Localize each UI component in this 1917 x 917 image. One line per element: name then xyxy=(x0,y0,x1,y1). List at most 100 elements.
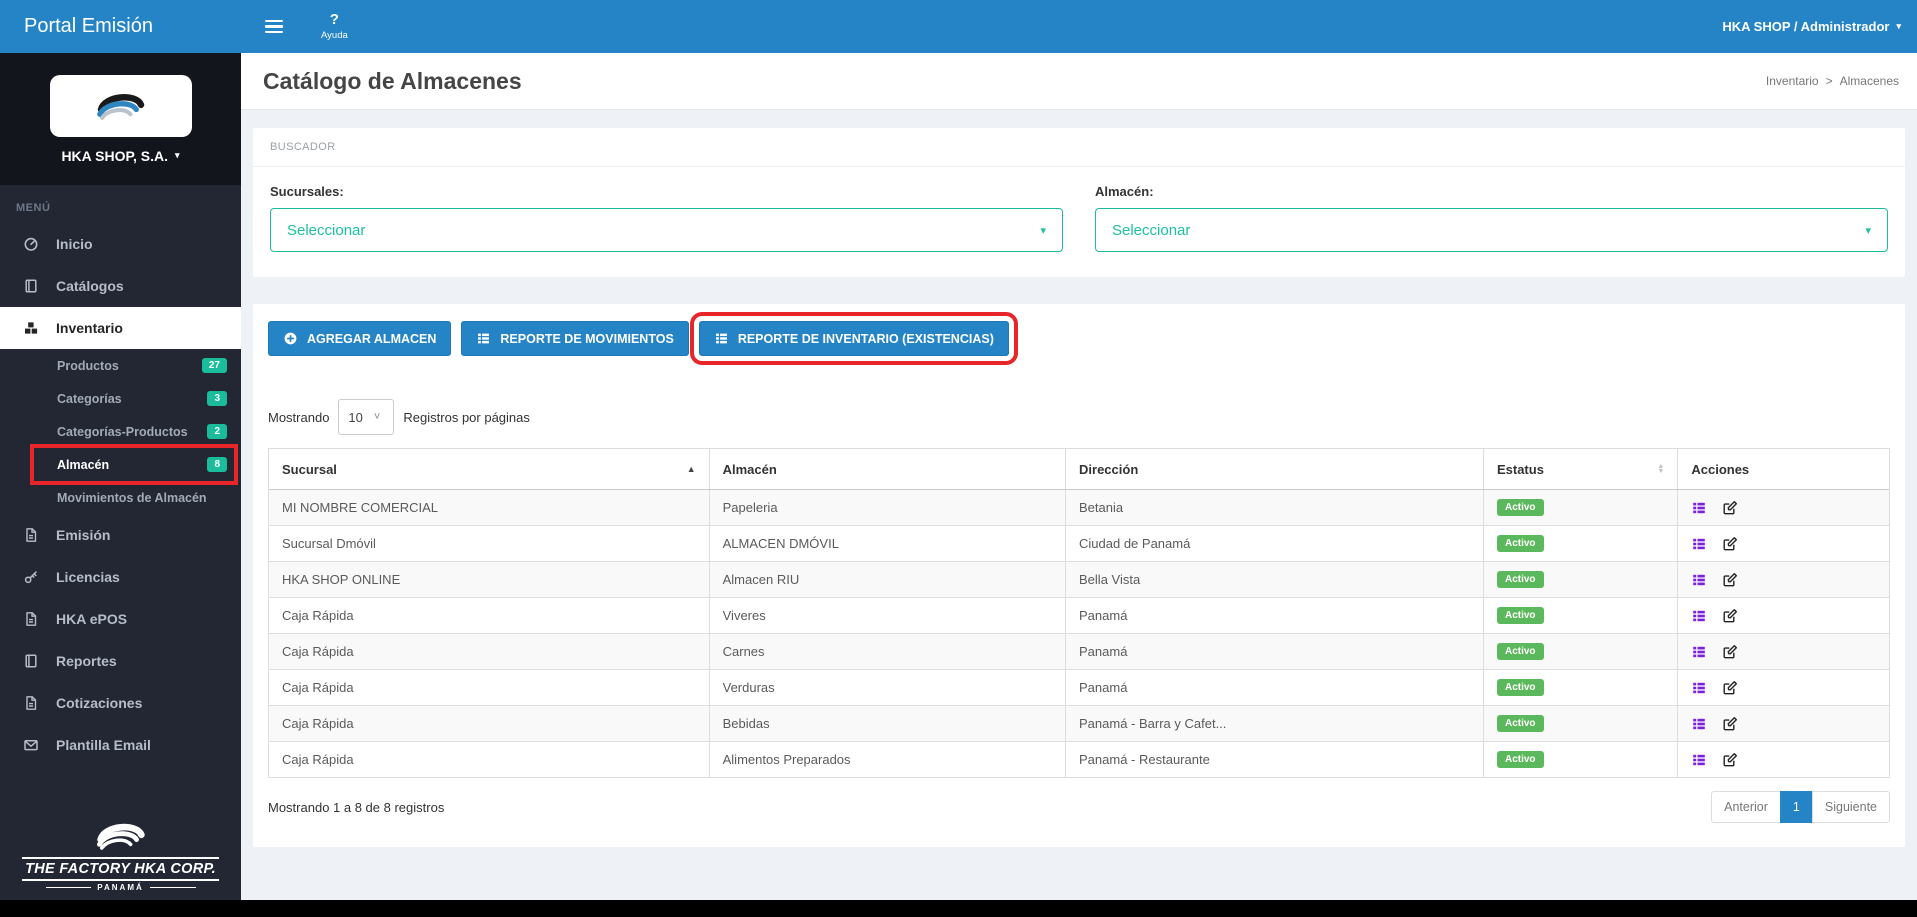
cell-sucursal: MI NOMBRE COMERCIAL xyxy=(269,490,710,525)
sidebar-item-hka-epos[interactable]: HKA ePOS xyxy=(0,598,241,640)
sidebar-item-inicio[interactable]: Inicio xyxy=(0,223,241,265)
sidebar-item-label: Inicio xyxy=(56,236,93,252)
table-row: MI NOMBRE COMERCIAL Papeleria Betania Ac… xyxy=(269,490,1889,526)
user-menu[interactable]: HKA SHOP / Administrador ▾ xyxy=(1722,19,1901,34)
top-header: Portal Emisión ? Ayuda HKA SHOP / Admini… xyxy=(0,0,1917,53)
list-icon xyxy=(1691,500,1707,516)
help-button[interactable]: ? Ayuda xyxy=(321,12,348,41)
menu-section-label: MENÚ xyxy=(16,202,51,214)
edit-button[interactable] xyxy=(1721,536,1737,552)
sidebar-item-plantilla-email[interactable]: Plantilla Email xyxy=(0,724,241,766)
sidebar-item-almacen[interactable]: Almacén 8 xyxy=(0,444,241,485)
edit-button[interactable] xyxy=(1721,716,1737,732)
next-page-button[interactable]: Siguiente xyxy=(1811,791,1890,823)
page-header-bar: Catálogo de Almacenes Inventario > Almac… xyxy=(241,53,1917,110)
cell-estatus: Activo xyxy=(1484,598,1679,633)
sidebar-item-inventario[interactable]: Inventario xyxy=(0,307,241,349)
details-list-button[interactable] xyxy=(1691,644,1707,660)
edit-button[interactable] xyxy=(1721,608,1737,624)
button-label: AGREGAR ALMACEN xyxy=(307,331,437,346)
column-header-estatus[interactable]: Estatus ▲ ▼ xyxy=(1484,449,1679,489)
sidebar-item-movimientos-almacen[interactable]: Movimientos de Almacén xyxy=(0,481,241,514)
sidebar-item-icon xyxy=(23,569,43,585)
bottom-black-bar xyxy=(0,900,1917,917)
sidebar-item-label: HKA ePOS xyxy=(56,611,128,627)
details-list-button[interactable] xyxy=(1691,572,1707,588)
factory-logo: THE FACTORY HKA CORP. PANAMÁ xyxy=(0,815,241,892)
column-header-almacen[interactable]: Almacén xyxy=(710,449,1067,489)
sidebar-item-label: Licencias xyxy=(56,569,120,585)
prev-page-button[interactable]: Anterior xyxy=(1711,791,1781,823)
edit-icon xyxy=(1721,608,1737,624)
main-content: Catálogo de Almacenes Inventario > Almac… xyxy=(241,53,1917,900)
sidebar-item-label: Movimientos de Almacén xyxy=(57,490,207,505)
company-selector[interactable]: HKA SHOP, S.A. ▾ xyxy=(61,148,179,164)
app-brand: Portal Emisión xyxy=(24,15,153,37)
sidebar-item-categorias[interactable]: Categorías 3 xyxy=(0,382,241,415)
cell-sucursal: Caja Rápida xyxy=(269,598,710,633)
length-suffix: Registros por páginas xyxy=(403,409,530,425)
list-icon xyxy=(1691,752,1707,768)
sidebar-item-label: Inventario xyxy=(56,320,123,336)
chevron-down-icon: ▾ xyxy=(1896,21,1901,31)
cell-estatus: Activo xyxy=(1484,526,1679,561)
status-badge: Activo xyxy=(1496,679,1544,696)
sidebar-item-productos[interactable]: Productos 27 xyxy=(0,349,241,382)
list-icon xyxy=(1691,536,1707,552)
edit-button[interactable] xyxy=(1721,644,1737,660)
toolbar-button[interactable]: REPORTE DE INVENTARIO (EXISTENCIAS) xyxy=(689,312,1018,365)
search-panel-title: BUSCADOR xyxy=(253,128,1905,167)
cell-direccion: Panamá xyxy=(1066,598,1484,633)
details-list-button[interactable] xyxy=(1691,500,1707,516)
details-list-button[interactable] xyxy=(1691,716,1707,732)
help-icon: ? xyxy=(329,11,339,29)
sidebar-item-categorias-productos[interactable]: Categorías-Productos 2 xyxy=(0,415,241,448)
edit-button[interactable] xyxy=(1721,500,1737,516)
details-list-button[interactable] xyxy=(1691,680,1707,696)
select-dropdown[interactable]: Seleccionar ▾ xyxy=(270,208,1063,252)
details-list-button[interactable] xyxy=(1691,536,1707,552)
sidebar-item-cotizaciones[interactable]: Cotizaciones xyxy=(0,682,241,724)
status-badge: Activo xyxy=(1496,571,1544,588)
list-icon xyxy=(1691,572,1707,588)
button-label: REPORTE DE MOVIMIENTOS xyxy=(500,331,674,346)
sidebar-item-catalogos[interactable]: Catálogos xyxy=(0,265,241,307)
chevron-down-icon: ▾ xyxy=(175,150,180,160)
details-list-button[interactable] xyxy=(1691,608,1707,624)
edit-button[interactable] xyxy=(1721,572,1737,588)
app-window: Portal Emisión ? Ayuda HKA SHOP / Admini… xyxy=(0,0,1917,917)
table-row: HKA SHOP ONLINE Almacen RIU Bella Vista … xyxy=(269,562,1889,598)
sidebar-item-icon xyxy=(23,527,43,543)
breadcrumb-link-inventario[interactable]: Inventario xyxy=(1766,74,1819,88)
sidebar-item-licencias[interactable]: Licencias xyxy=(0,556,241,598)
details-list-button[interactable] xyxy=(1691,752,1707,768)
factory-logo-country: PANAMÁ xyxy=(46,883,196,892)
breadcrumb-separator: > xyxy=(1825,74,1833,88)
selected-value: Seleccionar xyxy=(287,221,366,239)
toolbar-button[interactable]: AGREGAR ALMACEN xyxy=(268,321,452,356)
edit-icon xyxy=(1721,752,1737,768)
chevron-down-icon: ˅ xyxy=(373,411,381,423)
list-icon xyxy=(1691,680,1707,696)
status-badge: Activo xyxy=(1496,751,1544,768)
sidebar-item-emision[interactable]: Emisión xyxy=(0,514,241,556)
sidebar-item-label: Categorías-Productos xyxy=(57,424,188,439)
page-1-button[interactable]: 1 xyxy=(1779,791,1813,823)
sidebar-item-reportes[interactable]: Reportes xyxy=(0,640,241,682)
cell-estatus: Activo xyxy=(1484,634,1679,669)
sidebar-item-icon xyxy=(23,236,43,252)
edit-button[interactable] xyxy=(1721,680,1737,696)
column-header-direccion[interactable]: Dirección xyxy=(1066,449,1484,489)
status-badge: Activo xyxy=(1496,499,1544,516)
menu-toggle-button[interactable] xyxy=(259,14,289,40)
chevron-down-icon: ▾ xyxy=(1040,224,1046,237)
table-row: Sucursal Dmóvil ALMACEN DMÓVIL Ciudad de… xyxy=(269,526,1889,562)
edit-button[interactable] xyxy=(1721,752,1737,768)
table-header: Sucursal ▲ Almacén Dirección Estatus ▲ ▼… xyxy=(269,449,1889,490)
page-size-select[interactable]: 10 ˅ xyxy=(338,399,395,435)
select-dropdown[interactable]: Seleccionar ▾ xyxy=(1095,208,1888,252)
status-badge: Activo xyxy=(1496,715,1544,732)
breadcrumb-current: Almacenes xyxy=(1839,74,1899,88)
column-header-sucursal[interactable]: Sucursal ▲ xyxy=(269,449,710,489)
toolbar-button[interactable]: REPORTE DE MOVIMIENTOS xyxy=(461,321,689,356)
